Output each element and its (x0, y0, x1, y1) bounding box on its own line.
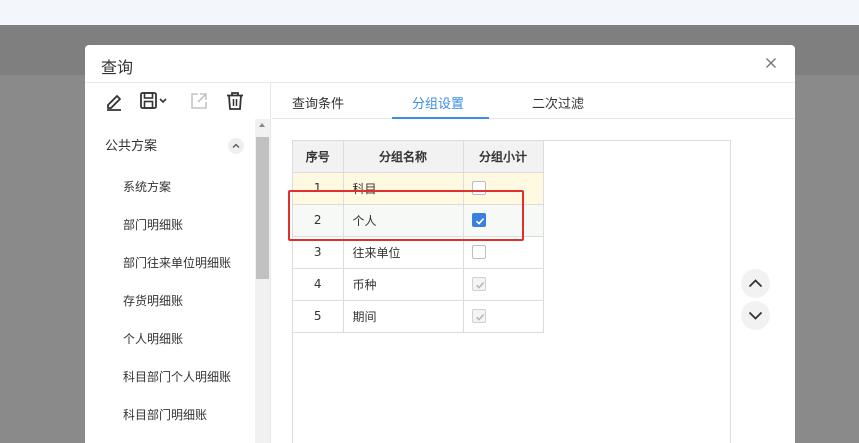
move-up-button[interactable] (741, 269, 770, 298)
top-bar (0, 0, 859, 25)
scheme-scrollbar[interactable] (255, 119, 270, 443)
dialog-header: 查询 (85, 45, 795, 83)
scheme-item[interactable]: 个人明细账 (123, 330, 183, 347)
group-grid: 序号 分组名称 分组小计 1 科目 2 个人 3 往来单位 4 币种 5 期间 (292, 140, 731, 443)
scroll-thumb[interactable] (256, 137, 269, 279)
group-table: 序号 分组名称 分组小计 1 科目 2 个人 3 往来单位 4 币种 5 期间 (293, 141, 544, 333)
row-number: 3 (293, 235, 344, 269)
subtotal-cell (462, 171, 544, 205)
group-name: 个人 (342, 203, 464, 237)
table-row[interactable]: 5 期间 (293, 299, 544, 333)
subtotal-checkbox[interactable] (471, 277, 486, 291)
subtotal-cell (462, 299, 544, 333)
tab-bar: 查询条件 分组设置 二次过滤 (272, 83, 795, 119)
delete-icon[interactable] (224, 91, 246, 111)
group-name: 期间 (342, 299, 464, 333)
column-header-no: 序号 (293, 141, 344, 173)
dialog-title: 查询 (101, 58, 134, 77)
save-dropdown-icon[interactable] (138, 91, 168, 111)
row-number: 5 (293, 299, 344, 333)
scheme-item[interactable]: 存货明细账 (123, 292, 183, 309)
tab-group-settings[interactable]: 分组设置 (412, 93, 464, 112)
scheme-item[interactable]: 部门明细账 (123, 216, 183, 233)
scheme-item[interactable]: 科目部门明细账 (123, 406, 207, 423)
close-icon[interactable] (761, 53, 781, 73)
row-number: 2 (293, 203, 344, 237)
scheme-item[interactable]: 部门往来单位明细账 (123, 254, 231, 271)
move-down-button[interactable] (741, 301, 770, 330)
table-row[interactable]: 3 往来单位 (293, 235, 544, 269)
group-name: 币种 (342, 267, 464, 301)
subtotal-checkbox[interactable] (471, 181, 486, 195)
table-header-row: 序号 分组名称 分组小计 (293, 141, 544, 173)
scheme-item[interactable]: 科目部门个人明细账 (123, 368, 231, 385)
column-header-name: 分组名称 (342, 141, 464, 173)
scheme-panel: 公共方案 系统方案 部门明细账 部门往来单位明细账 存货明细账 个人明细账 科目… (85, 83, 271, 443)
subtotal-checkbox[interactable] (471, 309, 486, 323)
export-icon[interactable] (188, 91, 210, 111)
query-dialog: 查询 公共方案 系统方案 部门明细账 部门往来单位明细账 存货明细账 个人明细账… (85, 45, 795, 443)
scroll-up-arrow-icon[interactable] (259, 123, 265, 127)
active-tab-indicator (392, 117, 489, 119)
edit-icon[interactable] (103, 91, 125, 111)
table-row[interactable]: 2 个人 (293, 203, 544, 237)
scheme-group-title: 公共方案 (105, 139, 158, 154)
subtotal-cell (462, 235, 544, 269)
scheme-toolbar (85, 83, 271, 119)
chevron-up-icon[interactable] (228, 138, 244, 154)
group-name: 科目 (342, 171, 464, 205)
subtotal-checkbox[interactable] (471, 245, 486, 259)
row-number: 4 (293, 267, 344, 301)
scheme-list: 公共方案 系统方案 部门明细账 部门往来单位明细账 存货明细账 个人明细账 科目… (85, 119, 255, 443)
subtotal-cell (462, 267, 544, 301)
tab-secondary-filter[interactable]: 二次过滤 (532, 93, 584, 112)
table-row[interactable]: 4 币种 (293, 267, 544, 301)
subtotal-checkbox[interactable] (471, 213, 486, 227)
row-number: 1 (293, 171, 344, 205)
table-row[interactable]: 1 科目 (293, 171, 544, 205)
tab-query-conditions[interactable]: 查询条件 (292, 93, 344, 112)
column-header-subtotal: 分组小计 (462, 141, 544, 173)
settings-panel: 查询条件 分组设置 二次过滤 序号 分组名称 分组小计 1 科目 2 个人 3 … (272, 83, 795, 443)
group-name: 往来单位 (342, 235, 464, 269)
scheme-item[interactable]: 系统方案 (123, 178, 171, 195)
subtotal-cell (462, 203, 544, 237)
